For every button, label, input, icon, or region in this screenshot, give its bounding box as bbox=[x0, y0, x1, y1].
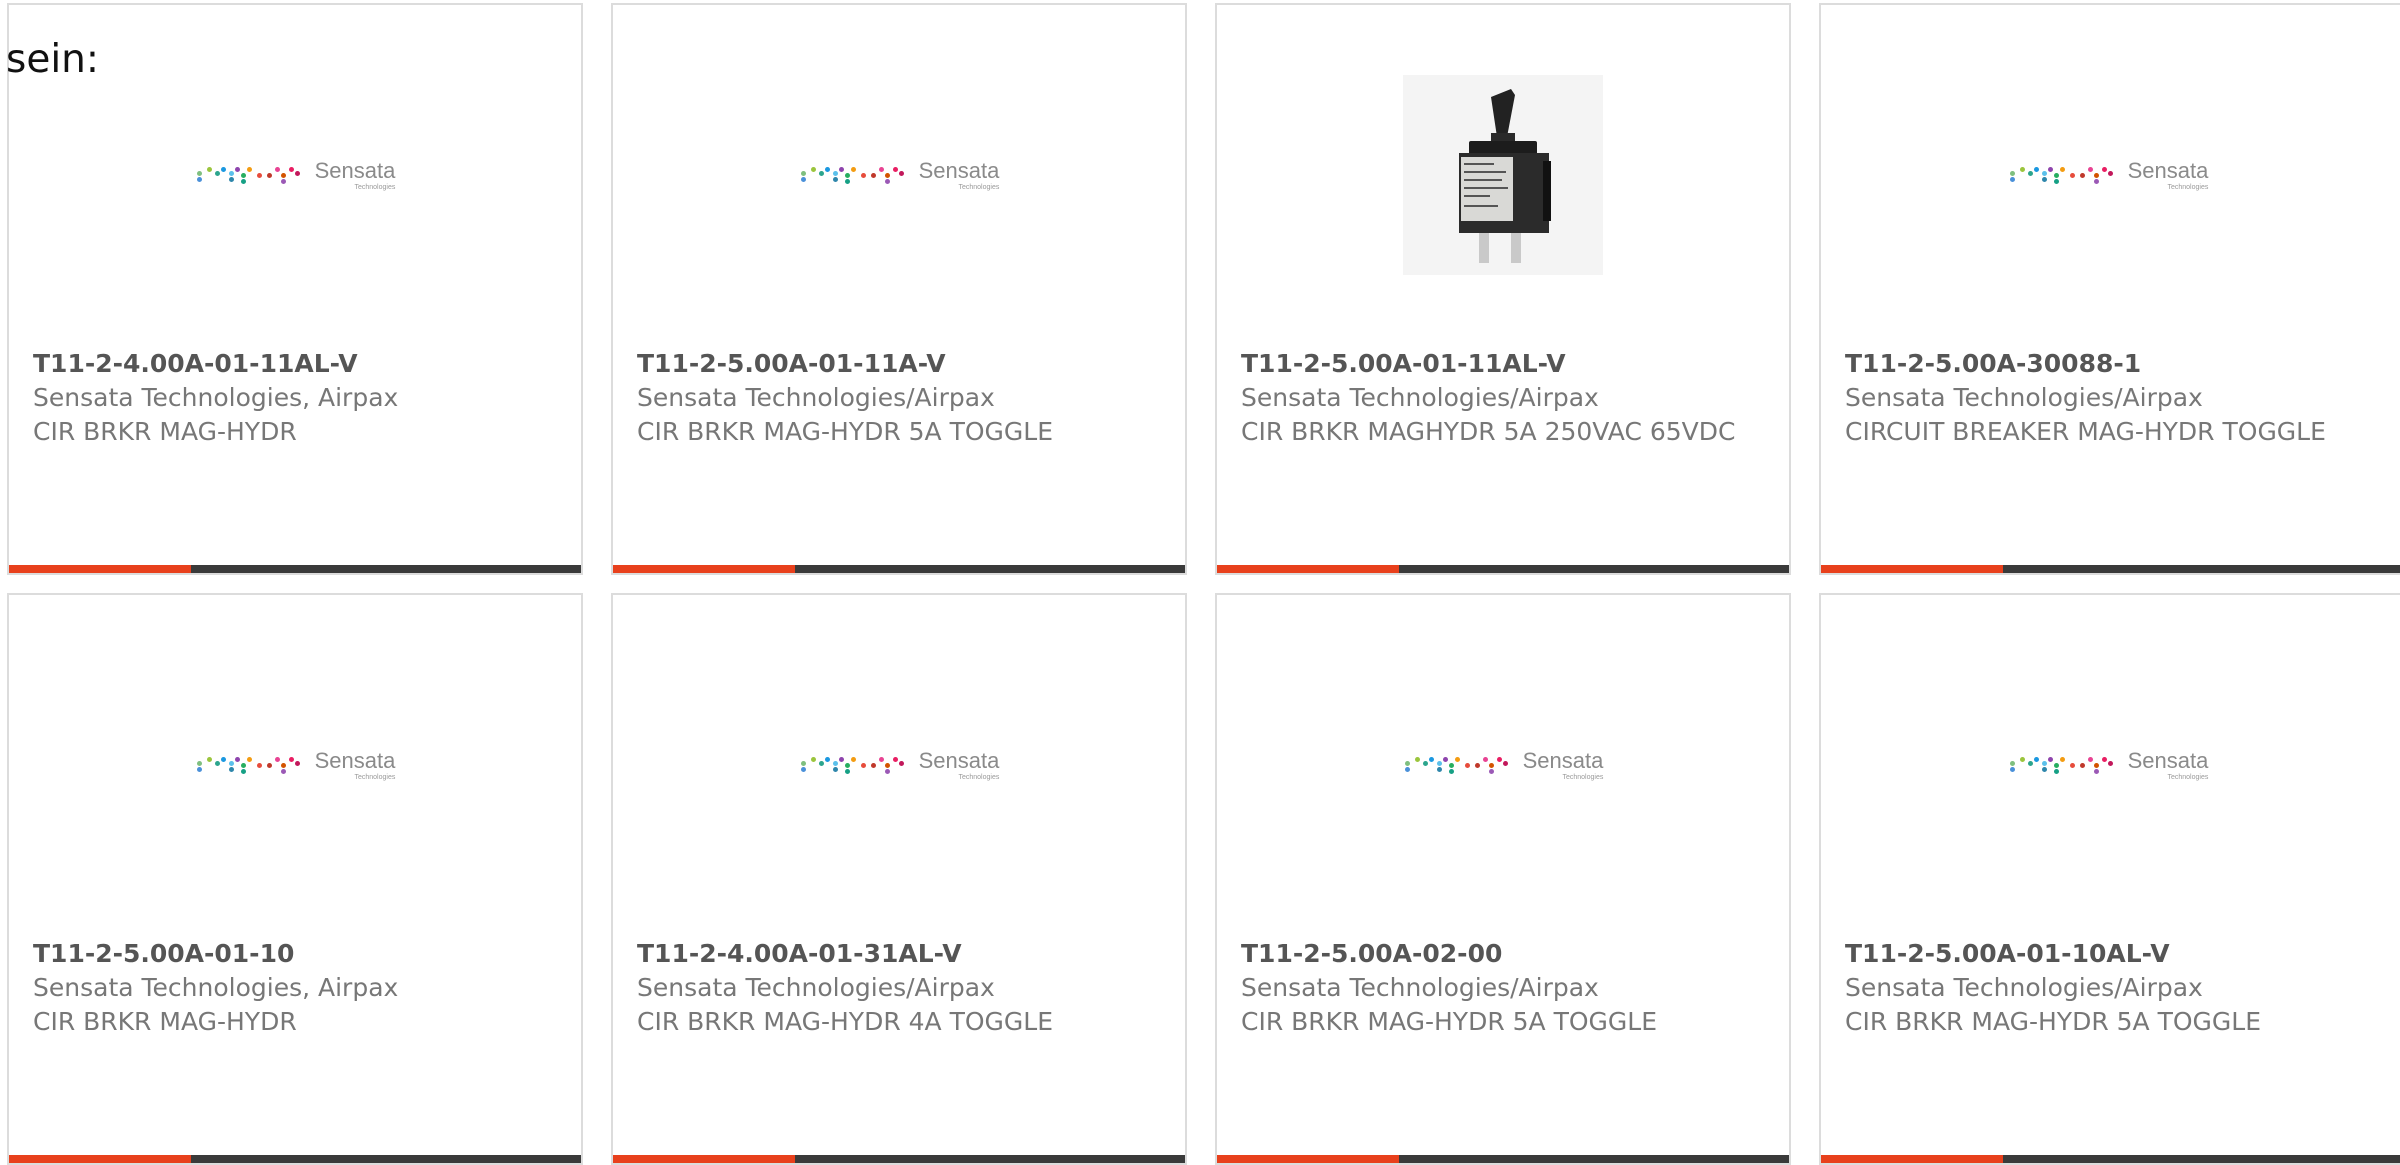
logo-word: Sensata bbox=[2127, 747, 2209, 773]
sensata-dots-icon bbox=[799, 159, 907, 184]
part-number-link[interactable]: T11-2-5.00A-30088-1 bbox=[1845, 347, 2382, 381]
product-card[interactable]: Sensata Technologies T11-2-5.00A-02-00 S… bbox=[1215, 593, 1791, 1165]
description: CIR BRKR MAG-HYDR bbox=[33, 1007, 297, 1036]
description: CIR BRKR MAG-HYDR 5A TOGGLE bbox=[1241, 1007, 1658, 1036]
part-number-link[interactable]: T11-2-4.00A-01-31AL-V bbox=[637, 937, 1167, 971]
product-image[interactable]: Sensata Technologies bbox=[1821, 55, 2395, 295]
logo-word: Sensata bbox=[314, 747, 396, 773]
sensata-dots-icon bbox=[195, 159, 303, 184]
sensata-dots-icon bbox=[2008, 159, 2116, 184]
card-accent-bar bbox=[1821, 1155, 2003, 1163]
description: CIRCUIT BREAKER MAG-HYDR TOGGLE bbox=[1845, 417, 2326, 446]
manufacturer: Sensata Technologies/Airpax bbox=[637, 973, 995, 1002]
logo-subtitle: Technologies bbox=[958, 183, 1000, 191]
card-bottom-bar bbox=[1821, 1155, 2400, 1163]
circuit-breaker-photo bbox=[1403, 75, 1603, 275]
sensata-logo: Sensata Technologies bbox=[195, 747, 396, 782]
card-accent-bar bbox=[9, 565, 191, 573]
sensata-logo: Sensata Technologies bbox=[2008, 157, 2209, 192]
part-number-link[interactable]: T11-2-5.00A-01-10AL-V bbox=[1845, 937, 2382, 971]
product-image[interactable]: Sensata Technologies bbox=[613, 55, 1185, 295]
logo-word: Sensata bbox=[2127, 157, 2209, 183]
card-bottom-bar bbox=[9, 1155, 581, 1163]
description: CIR BRKR MAG-HYDR 5A TOGGLE bbox=[1845, 1007, 2262, 1036]
card-bottom-bar bbox=[1217, 1155, 1789, 1163]
description: CIR BRKR MAG-HYDR 5A TOGGLE bbox=[637, 417, 1054, 446]
product-grid: Sensata Technologies T11-2-4.00A-01-11AL… bbox=[0, 0, 2400, 1165]
manufacturer: Sensata Technologies, Airpax bbox=[33, 973, 399, 1002]
card-bottom-bar bbox=[1821, 565, 2400, 573]
description: CIR BRKR MAGHYDR 5A 250VAC 65VDC bbox=[1241, 417, 1736, 446]
logo-word: Sensata bbox=[314, 157, 396, 183]
product-image[interactable]: Sensata Technologies bbox=[613, 645, 1185, 885]
card-accent-bar bbox=[1217, 1155, 1399, 1163]
sensata-logo: Sensata Technologies bbox=[195, 157, 396, 192]
product-image[interactable]: Sensata Technologies bbox=[1821, 645, 2395, 885]
sensata-dots-icon bbox=[195, 749, 303, 774]
logo-word: Sensata bbox=[918, 747, 1000, 773]
product-image[interactable]: Sensata Technologies bbox=[9, 55, 581, 295]
manufacturer: Sensata Technologies/Airpax bbox=[1845, 973, 2203, 1002]
card-accent-bar bbox=[9, 1155, 191, 1163]
logo-word: Sensata bbox=[1522, 747, 1604, 773]
sensata-dots-icon bbox=[799, 749, 907, 774]
sensata-logo: Sensata Technologies bbox=[2008, 747, 2209, 782]
description: CIR BRKR MAG-HYDR 4A TOGGLE bbox=[637, 1007, 1054, 1036]
logo-subtitle: Technologies bbox=[958, 773, 1000, 781]
logo-subtitle: Technologies bbox=[354, 183, 396, 191]
sensata-logo: Sensata Technologies bbox=[1403, 747, 1604, 782]
card-accent-bar bbox=[1217, 565, 1399, 573]
part-number-link[interactable]: T11-2-5.00A-01-10 bbox=[33, 937, 563, 971]
manufacturer: Sensata Technologies, Airpax bbox=[33, 383, 399, 412]
intro-text: sein: bbox=[6, 37, 100, 82]
part-number-link[interactable]: T11-2-5.00A-02-00 bbox=[1241, 937, 1771, 971]
card-accent-bar bbox=[613, 1155, 795, 1163]
product-card[interactable]: Sensata Technologies T11-2-5.00A-30088-1… bbox=[1819, 3, 2400, 575]
card-accent-bar bbox=[613, 565, 795, 573]
logo-subtitle: Technologies bbox=[2167, 183, 2209, 191]
product-card[interactable]: Sensata Technologies T11-2-4.00A-01-31AL… bbox=[611, 593, 1187, 1165]
manufacturer: Sensata Technologies/Airpax bbox=[637, 383, 995, 412]
part-number-link[interactable]: T11-2-5.00A-01-11A-V bbox=[637, 347, 1167, 381]
product-card[interactable]: T11-2-5.00A-01-11AL-V Sensata Technologi… bbox=[1215, 3, 1791, 575]
card-accent-bar bbox=[1821, 565, 2003, 573]
product-image[interactable] bbox=[1217, 55, 1789, 295]
product-image[interactable]: Sensata Technologies bbox=[1217, 645, 1789, 885]
product-image[interactable]: Sensata Technologies bbox=[9, 645, 581, 885]
part-number-link[interactable]: T11-2-4.00A-01-11AL-V bbox=[33, 347, 563, 381]
sensata-dots-icon bbox=[1403, 749, 1511, 774]
manufacturer: Sensata Technologies/Airpax bbox=[1241, 973, 1599, 1002]
product-card[interactable]: Sensata Technologies T11-2-4.00A-01-11AL… bbox=[7, 3, 583, 575]
product-card[interactable]: Sensata Technologies T11-2-5.00A-01-10AL… bbox=[1819, 593, 2400, 1165]
description: CIR BRKR MAG-HYDR bbox=[33, 417, 297, 446]
card-bottom-bar bbox=[1217, 565, 1789, 573]
logo-word: Sensata bbox=[918, 157, 1000, 183]
sensata-dots-icon bbox=[2008, 749, 2116, 774]
product-card[interactable]: Sensata Technologies T11-2-5.00A-01-10 S… bbox=[7, 593, 583, 1165]
logo-subtitle: Technologies bbox=[354, 773, 396, 781]
part-number-link[interactable]: T11-2-5.00A-01-11AL-V bbox=[1241, 347, 1771, 381]
card-bottom-bar bbox=[9, 565, 581, 573]
card-bottom-bar bbox=[613, 1155, 1185, 1163]
logo-subtitle: Technologies bbox=[2167, 773, 2209, 781]
logo-subtitle: Technologies bbox=[1562, 773, 1604, 781]
sensata-logo: Sensata Technologies bbox=[799, 747, 1000, 782]
product-card[interactable]: Sensata Technologies T11-2-5.00A-01-11A-… bbox=[611, 3, 1187, 575]
sensata-logo: Sensata Technologies bbox=[799, 157, 1000, 192]
manufacturer: Sensata Technologies/Airpax bbox=[1845, 383, 2203, 412]
manufacturer: Sensata Technologies/Airpax bbox=[1241, 383, 1599, 412]
card-bottom-bar bbox=[613, 565, 1185, 573]
